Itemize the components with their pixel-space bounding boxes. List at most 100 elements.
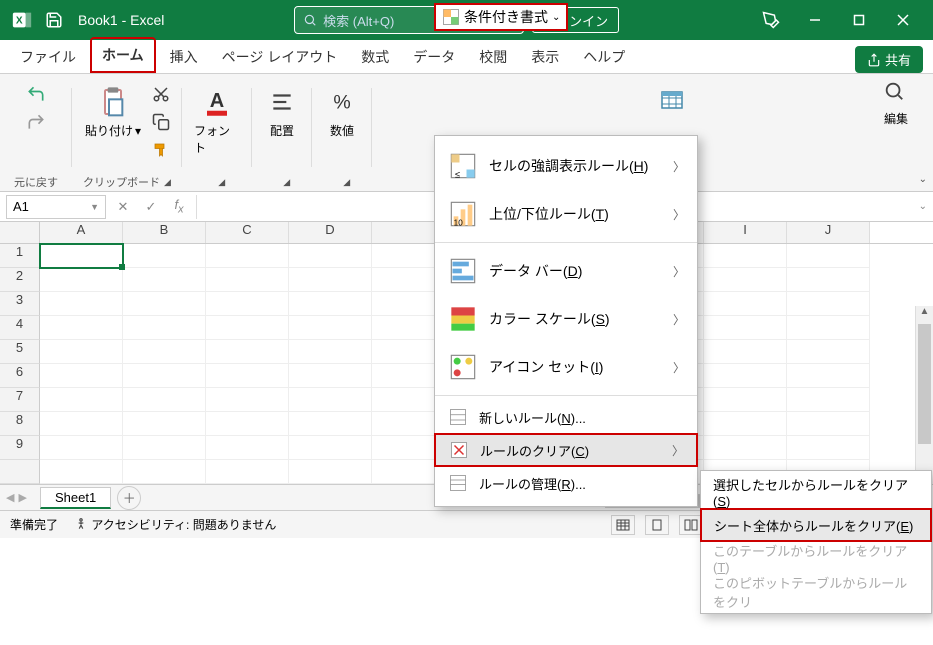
normal-view-button[interactable] (611, 515, 635, 535)
menu-data-bars[interactable]: データ バー(D) 〉 (435, 247, 697, 295)
row-header[interactable]: 5 (0, 340, 40, 364)
scroll-up-icon[interactable]: ▲ (916, 306, 933, 322)
alignment-group[interactable]: 配置 (260, 82, 304, 141)
cell[interactable] (704, 388, 787, 412)
cell[interactable] (787, 268, 870, 292)
close-button[interactable] (881, 0, 925, 40)
conditional-formatting-button[interactable]: 条件付き書式 ⌄ (434, 3, 568, 31)
prev-sheet-icon[interactable]: ◀ (6, 491, 14, 504)
next-sheet-icon[interactable]: ▶ (18, 491, 26, 504)
menu-color-scales[interactable]: カラー スケール(S) 〉 (435, 295, 697, 343)
cell[interactable] (123, 388, 206, 412)
dialog-launcher-icon[interactable]: ◢ (343, 177, 350, 188)
add-sheet-button[interactable]: ＋ (117, 486, 141, 510)
cell[interactable] (123, 364, 206, 388)
menu-icon-sets[interactable]: アイコン セット(I) 〉 (435, 343, 697, 391)
save-icon[interactable] (40, 6, 68, 34)
cell-a1[interactable] (40, 244, 123, 268)
cell[interactable] (704, 436, 787, 460)
cell[interactable] (289, 292, 372, 316)
sheet-tab[interactable]: Sheet1 (40, 487, 111, 509)
fx-icon[interactable]: fx (168, 196, 190, 218)
cell[interactable] (704, 316, 787, 340)
cell[interactable] (40, 340, 123, 364)
cell[interactable] (40, 412, 123, 436)
col-header[interactable]: J (787, 222, 870, 243)
cell[interactable] (40, 460, 123, 484)
cell[interactable] (123, 268, 206, 292)
cell[interactable] (787, 292, 870, 316)
dialog-launcher-icon[interactable]: ◢ (164, 177, 171, 188)
copy-button[interactable] (149, 110, 173, 134)
cell[interactable] (787, 244, 870, 268)
table-icon[interactable] (660, 88, 684, 115)
enter-formula-icon[interactable]: ✓ (140, 196, 162, 218)
page-layout-view-button[interactable] (645, 515, 669, 535)
cell[interactable] (704, 268, 787, 292)
cell[interactable] (704, 340, 787, 364)
cell[interactable] (206, 244, 289, 268)
col-header[interactable]: I (704, 222, 787, 243)
row-header[interactable]: 1 (0, 244, 40, 268)
font-group[interactable]: A フォント (190, 82, 244, 158)
cancel-formula-icon[interactable]: ✕ (112, 196, 134, 218)
cell[interactable] (787, 364, 870, 388)
maximize-button[interactable] (837, 0, 881, 40)
cell[interactable] (289, 436, 372, 460)
tab-page-layout[interactable]: ページ レイアウト (212, 41, 348, 73)
tab-help[interactable]: ヘルプ (573, 41, 635, 73)
cell[interactable] (704, 292, 787, 316)
cell[interactable] (289, 244, 372, 268)
row-header[interactable]: 7 (0, 388, 40, 412)
cell[interactable] (289, 316, 372, 340)
cell[interactable] (787, 436, 870, 460)
cell[interactable] (289, 388, 372, 412)
row-header[interactable]: 4 (0, 316, 40, 340)
cell[interactable] (289, 460, 372, 484)
cell[interactable] (40, 268, 123, 292)
cell[interactable] (206, 388, 289, 412)
menu-manage-rules[interactable]: ルールの管理(R)... (435, 466, 697, 500)
menu-highlight-cells-rules[interactable]: ≤ セルの強調表示ルール(H) 〉 (435, 142, 697, 190)
cell[interactable] (787, 412, 870, 436)
select-all-corner[interactable] (0, 222, 40, 244)
col-header[interactable]: D (289, 222, 372, 243)
expand-formula-bar-icon[interactable]: ⌄ (919, 201, 927, 212)
accessibility-status[interactable]: アクセシビリティ: 問題ありません (74, 516, 276, 533)
tab-view[interactable]: 表示 (521, 41, 569, 73)
cell[interactable] (787, 340, 870, 364)
tab-file[interactable]: ファイル (10, 41, 86, 73)
pen-icon[interactable] (749, 0, 793, 40)
cell[interactable] (40, 364, 123, 388)
cell[interactable] (123, 340, 206, 364)
menu-top-bottom-rules[interactable]: 10 上位/下位ルール(T) 〉 (435, 190, 697, 238)
tab-insert[interactable]: 挿入 (160, 41, 208, 73)
cell[interactable] (123, 316, 206, 340)
clear-rules-from-sheet[interactable]: シート全体からルールをクリア(E) (700, 508, 932, 542)
clear-rules-from-selection[interactable]: 選択したセルからルールをクリア(S) (701, 475, 931, 509)
cell[interactable] (787, 316, 870, 340)
col-header[interactable]: A (40, 222, 123, 243)
cell[interactable] (40, 292, 123, 316)
cell[interactable] (704, 412, 787, 436)
cell[interactable] (40, 436, 123, 460)
format-painter-button[interactable] (149, 138, 173, 162)
tab-data[interactable]: データ (403, 41, 465, 73)
cell[interactable] (206, 316, 289, 340)
cell[interactable] (206, 436, 289, 460)
cell[interactable] (787, 388, 870, 412)
tab-home[interactable]: ホーム (90, 37, 156, 73)
cell[interactable] (206, 364, 289, 388)
cell[interactable] (206, 460, 289, 484)
cell[interactable] (289, 364, 372, 388)
collapse-ribbon-icon[interactable]: ⌄ (919, 174, 927, 185)
cell[interactable] (704, 244, 787, 268)
menu-clear-rules[interactable]: ルールのクリア(C) 〉 (434, 433, 698, 467)
cell[interactable] (289, 340, 372, 364)
name-box[interactable]: A1 ▼ (6, 195, 106, 219)
cell[interactable] (123, 244, 206, 268)
undo-button[interactable] (24, 82, 48, 106)
row-header[interactable]: 9 (0, 436, 40, 460)
row-header[interactable] (0, 460, 40, 484)
cell[interactable] (289, 268, 372, 292)
